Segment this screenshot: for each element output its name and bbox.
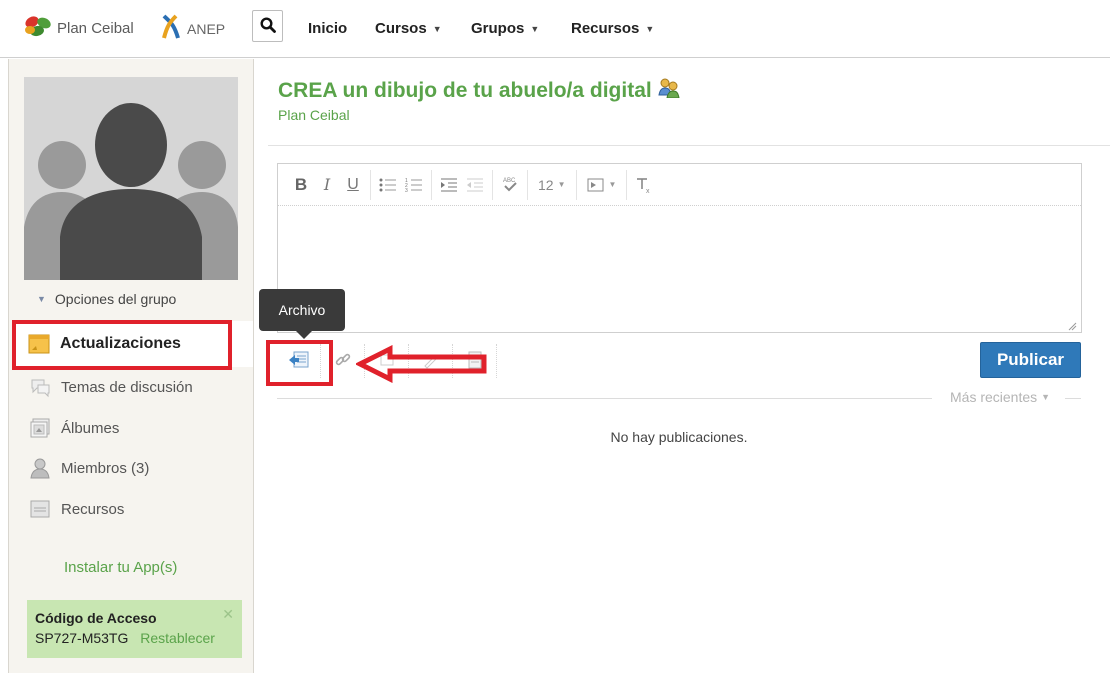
- anep-logo[interactable]: ANEP: [160, 14, 225, 44]
- reset-code-link[interactable]: Restablecer: [140, 630, 215, 646]
- underline-button[interactable]: U: [342, 173, 364, 197]
- discussion-bubbles-icon: [29, 376, 51, 398]
- chevron-down-icon: ▼: [645, 23, 655, 34]
- numbered-list-icon[interactable]: 123: [403, 173, 425, 197]
- bullet-list-icon[interactable]: [377, 173, 399, 197]
- sidebar-item-label: Recursos: [61, 500, 125, 518]
- updates-note-icon: [28, 333, 50, 355]
- brand-anep-text: ANEP: [187, 21, 226, 37]
- search-icon: [259, 16, 276, 36]
- group-owner[interactable]: Plan Ceibal: [278, 107, 350, 123]
- red-arrow-annotation: [356, 345, 487, 383]
- group-sidebar: ▼ Opciones del grupo Actualizaciones Tem…: [8, 59, 254, 673]
- sidebar-item-recursos[interactable]: Recursos: [29, 494, 124, 524]
- tooltip-archivo: Archivo: [259, 289, 345, 339]
- plan-ceibal-logo[interactable]: Plan Ceibal: [24, 14, 134, 42]
- divider: [268, 145, 1110, 146]
- svg-text:x: x: [646, 188, 650, 194]
- spellcheck-icon[interactable]: ABC: [499, 173, 521, 197]
- divider: [1065, 398, 1081, 399]
- spellcheck-group: ABC: [493, 169, 528, 200]
- chevron-down-icon: ▼: [557, 180, 566, 189]
- insert-element-select[interactable]: ▼: [583, 177, 621, 193]
- group-people-icon: [658, 78, 680, 104]
- sidebar-item-temas[interactable]: Temas de discusión: [29, 372, 193, 402]
- attach-file-button[interactable]: [277, 344, 321, 378]
- text-style-group: B I U: [284, 169, 371, 200]
- install-app-link[interactable]: Instalar tu App(s): [64, 559, 177, 576]
- sort-order-select[interactable]: Más recientes ▼: [950, 389, 1050, 405]
- nav-cursos-label: Cursos: [375, 20, 427, 37]
- group-title-text: CREA un dibujo de tu abuelo/a digital: [278, 79, 652, 102]
- nav-grupos-dropdown[interactable]: Grupos ▼: [471, 20, 539, 37]
- nav-recursos-label: Recursos: [571, 20, 640, 37]
- access-code-row: SP727-M53TG Restablecer: [35, 630, 242, 646]
- member-user-icon: [29, 457, 51, 479]
- access-code-value: SP727-M53TG: [35, 630, 129, 646]
- access-code-title: Código de Acceso: [35, 610, 157, 626]
- group-avatar-placeholder: [24, 77, 238, 280]
- caret-down-icon: ▼: [37, 294, 46, 304]
- link-icon: [333, 350, 353, 373]
- svg-text:3: 3: [405, 188, 408, 193]
- font-size-select[interactable]: 12 ▼: [534, 177, 570, 193]
- close-icon[interactable]: ✕: [222, 606, 234, 623]
- insert-element-icon: [587, 178, 603, 191]
- chevron-down-icon: ▼: [608, 180, 617, 189]
- empty-feed-message: No hay publicaciones.: [610, 429, 748, 445]
- indent-group: [432, 169, 493, 200]
- clear-formatting-icon[interactable]: x: [633, 173, 655, 197]
- resize-handle-icon[interactable]: [1067, 318, 1077, 331]
- post-editor[interactable]: B I U 123 ABC 12 ▼ ▼ x: [277, 163, 1082, 333]
- nav-inicio[interactable]: Inicio: [308, 20, 347, 37]
- file-attach-icon: [288, 350, 310, 373]
- sidebar-item-label: Temas de discusión: [61, 378, 193, 396]
- group-options-label: Opciones del grupo: [54, 291, 177, 307]
- nav-recursos-dropdown[interactable]: Recursos ▼: [571, 20, 654, 37]
- chevron-down-icon: ▼: [530, 23, 540, 34]
- outdent-icon[interactable]: [464, 173, 486, 197]
- top-navigation-bar: Plan Ceibal ANEP Inicio Cursos ▼ Grupos …: [0, 0, 1110, 58]
- italic-button[interactable]: I: [316, 173, 338, 197]
- indent-icon[interactable]: [438, 173, 460, 197]
- svg-text:ABC: ABC: [503, 178, 516, 184]
- font-size-group: 12 ▼: [528, 169, 577, 200]
- sort-order-label: Más recientes: [950, 389, 1038, 405]
- bold-button[interactable]: B: [290, 173, 312, 197]
- publish-button[interactable]: Publicar: [980, 342, 1081, 378]
- sidebar-item-miembros[interactable]: Miembros (3): [29, 453, 149, 483]
- brand-ceibal-text: Plan Ceibal: [57, 19, 134, 37]
- sidebar-item-actualizaciones[interactable]: Actualizaciones: [13, 321, 253, 367]
- list-group: 123: [371, 169, 432, 200]
- nav-cursos-dropdown[interactable]: Cursos ▼: [375, 20, 442, 37]
- ceibal-flower-icon: [24, 14, 52, 42]
- sidebar-item-label: Miembros (3): [61, 459, 150, 477]
- insert-group: ▼: [577, 169, 628, 200]
- anep-ribbon-icon: [160, 14, 182, 44]
- nav-grupos-label: Grupos: [471, 20, 525, 37]
- editor-toolbar: B I U 123 ABC 12 ▼ ▼ x: [278, 164, 1081, 206]
- divider: [277, 398, 932, 399]
- clear-format-group: x: [627, 170, 661, 200]
- font-size-value: 12: [538, 176, 554, 193]
- search-button[interactable]: [252, 10, 283, 42]
- group-options-toggle[interactable]: ▼ Opciones del grupo: [37, 291, 176, 307]
- access-code-panel: Código de Acceso SP727-M53TG Restablecer…: [27, 600, 242, 658]
- sidebar-item-label: Actualizaciones: [60, 335, 181, 352]
- nav-inicio-label: Inicio: [308, 20, 348, 37]
- resources-box-icon: [29, 498, 51, 520]
- chevron-down-icon: ▼: [1041, 392, 1051, 402]
- group-title: CREA un dibujo de tu abuelo/a digital: [278, 78, 680, 104]
- chevron-down-icon: ▼: [432, 23, 442, 34]
